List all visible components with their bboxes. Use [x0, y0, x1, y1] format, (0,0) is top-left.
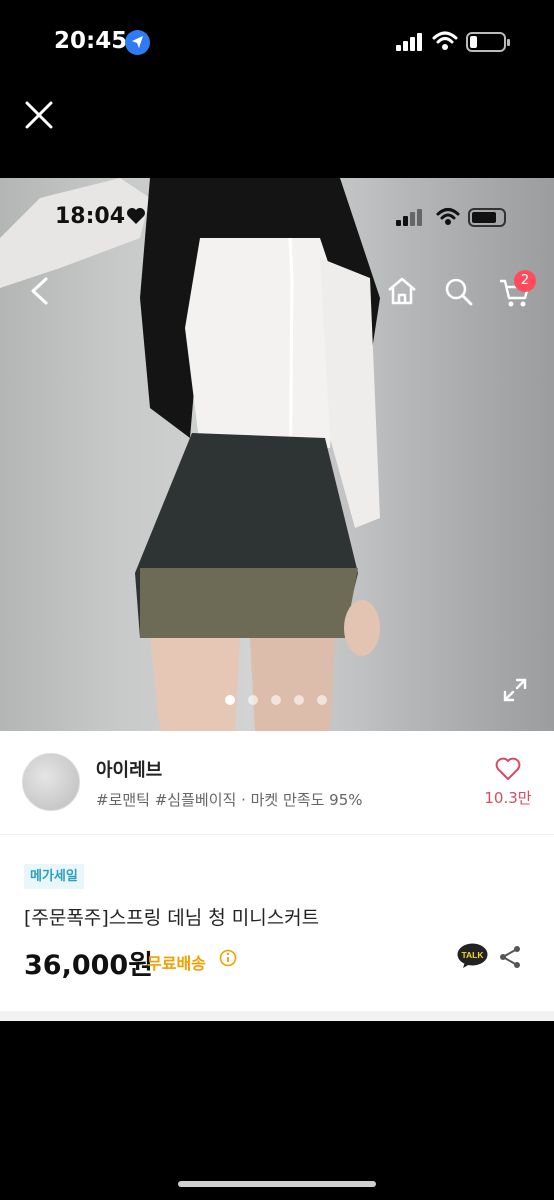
shipping-label: 무료배송 [147, 954, 206, 973]
carousel-dot[interactable] [248, 695, 258, 705]
seller-tags: #로맨틱 #심플베이직 · 마켓 만족도 95% [96, 791, 363, 809]
product-photo[interactable]: 18:04 2 [0, 178, 554, 731]
status-bar: 20:45 [0, 0, 554, 84]
carousel-dot[interactable] [225, 695, 235, 705]
shared-screenshot: 18:04 2 아이레브 #로맨틱 #심플베이직 · 마켓 만족도 95% 10… [0, 178, 554, 1021]
carousel-dot[interactable] [294, 695, 304, 705]
cart-badge: 2 [514, 270, 536, 292]
product-price: 36,000원 [24, 950, 154, 981]
inner-status-bar: 18:04 [0, 204, 554, 234]
carousel-dot[interactable] [317, 695, 327, 705]
back-icon[interactable] [28, 276, 50, 306]
like-button[interactable]: 10.3만 [480, 757, 536, 808]
wifi-icon [436, 208, 460, 225]
product-info: 메가세일 [주문폭주]스프링 데님 청 미니스커트 36,000원 무료배송 T… [0, 835, 554, 1011]
home-indicator[interactable] [178, 1181, 376, 1187]
cellular-signal-icon [396, 33, 422, 51]
like-count: 10.3만 [484, 789, 532, 807]
cellular-signal-icon [396, 209, 422, 226]
search-icon[interactable] [444, 277, 474, 307]
home-icon[interactable] [386, 276, 418, 306]
product-title: [주문폭주]스프링 데님 청 미니스커트 [24, 907, 320, 929]
seller-avatar[interactable] [22, 753, 80, 811]
status-time: 20:45 [54, 28, 128, 54]
battery-icon [466, 32, 510, 52]
section-divider [0, 1011, 554, 1021]
wifi-icon [432, 31, 458, 50]
location-icon [125, 30, 150, 55]
expand-icon[interactable] [503, 678, 527, 702]
model-image [0, 178, 380, 731]
inner-status-time: 18:04 [55, 204, 126, 229]
seller-name[interactable]: 아이레브 [96, 756, 162, 782]
info-icon[interactable] [219, 949, 237, 967]
kakao-talk-icon[interactable]: TALK [457, 943, 488, 969]
carousel-dot[interactable] [271, 695, 281, 705]
carousel-indicator [225, 695, 327, 705]
kakao-talk-label: TALK [461, 950, 484, 960]
heart-icon [127, 208, 145, 224]
sale-badge: 메가세일 [24, 864, 84, 889]
battery-icon [468, 208, 506, 227]
share-icon[interactable] [498, 945, 522, 969]
seller-row[interactable]: 아이레브 #로맨틱 #심플베이직 · 마켓 만족도 95% 10.3만 [0, 731, 554, 835]
heart-outline-icon [495, 757, 521, 780]
close-icon[interactable] [22, 98, 56, 132]
